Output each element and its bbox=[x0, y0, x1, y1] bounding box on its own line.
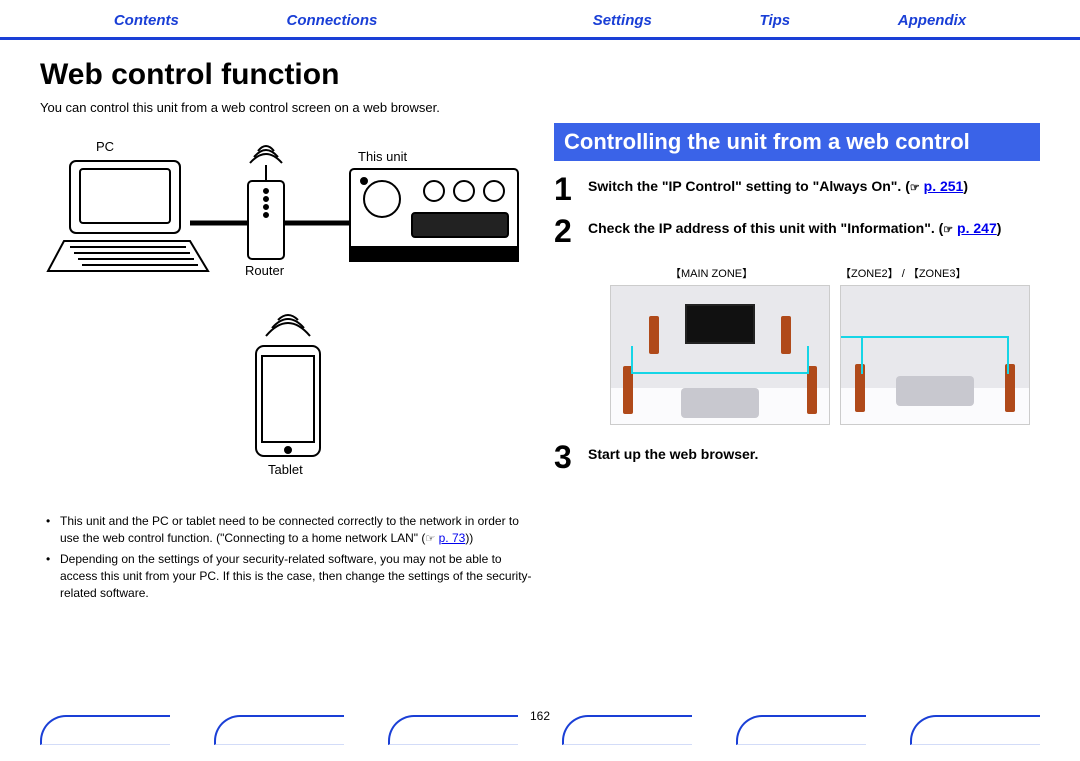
top-nav: Contents Connections Settings Tips Appen… bbox=[0, 0, 1080, 40]
pointer-icon: ☞ bbox=[425, 533, 435, 545]
nav-settings[interactable]: Settings bbox=[593, 12, 652, 29]
footer-curve bbox=[910, 715, 1040, 745]
diagram-router-label: Router bbox=[245, 263, 285, 278]
notes-section: This unit and the PC or tablet need to b… bbox=[40, 513, 540, 602]
step-3-number: 3 bbox=[554, 441, 588, 473]
zone-illustration: 【MAIN ZONE】 【ZONE2】 / 【ZONE3】 bbox=[610, 265, 1040, 425]
nav-connections[interactable]: Connections bbox=[287, 12, 378, 29]
nav-appendix[interactable]: Appendix bbox=[898, 12, 966, 29]
section-subheader: Controlling the unit from a web control bbox=[554, 123, 1040, 161]
step-2: 2 Check the IP address of this unit with… bbox=[554, 215, 1040, 247]
footer-curve bbox=[214, 715, 344, 745]
step-3: 3 Start up the web browser. bbox=[554, 441, 1040, 473]
note-2: Depending on the settings of your securi… bbox=[60, 551, 540, 601]
footer-curve bbox=[736, 715, 866, 745]
zone-main-label: 【MAIN ZONE】 bbox=[610, 265, 840, 281]
footer-tabs bbox=[40, 715, 1040, 749]
footer-curve bbox=[388, 715, 518, 745]
link-p247[interactable]: p. 247 bbox=[957, 220, 997, 236]
link-p251[interactable]: p. 251 bbox=[924, 178, 964, 194]
intro-text: You can control this unit from a web con… bbox=[40, 100, 1080, 115]
nav-contents[interactable]: Contents bbox=[114, 12, 179, 29]
diagram-pc-label: PC bbox=[96, 139, 114, 154]
footer-curve bbox=[562, 715, 692, 745]
zone-main-room bbox=[610, 285, 830, 425]
pointer-icon: ☞ bbox=[943, 224, 953, 236]
footer-curve bbox=[40, 715, 170, 745]
network-diagram: PC bbox=[40, 133, 540, 503]
diagram-unit-label: This unit bbox=[358, 149, 408, 164]
note-1: This unit and the PC or tablet need to b… bbox=[60, 513, 540, 547]
zone-2-3-room bbox=[840, 285, 1030, 425]
step-1-number: 1 bbox=[554, 173, 588, 205]
page-title: Web control function bbox=[40, 58, 1080, 92]
step-2-number: 2 bbox=[554, 215, 588, 247]
link-p73[interactable]: p. 73 bbox=[439, 531, 466, 545]
pointer-icon: ☞ bbox=[910, 182, 920, 194]
nav-tips[interactable]: Tips bbox=[760, 12, 791, 29]
zone-23-label: 【ZONE2】 / 【ZONE3】 bbox=[840, 265, 967, 281]
step-1: 1 Switch the "IP Control" setting to "Al… bbox=[554, 173, 1040, 205]
diagram-tablet-label: Tablet bbox=[268, 462, 303, 477]
